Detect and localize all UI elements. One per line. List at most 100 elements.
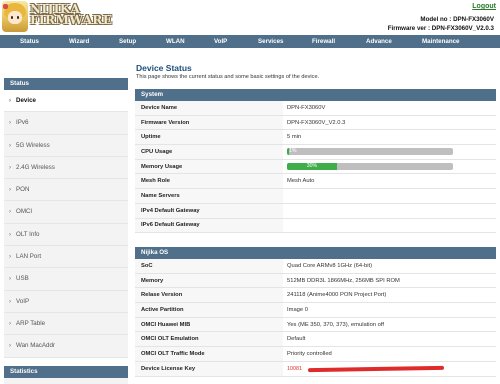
nav-status[interactable]: Status [20,35,39,48]
row-label: Name Servers [135,189,283,203]
row-value: 512MB DDR3L 1866MHz, 256MB SPI ROM [287,277,400,284]
chevron-right-icon: › [9,276,11,283]
sidebar-item-label: 5G Wireless [16,141,50,149]
page-title: Device Status [136,63,192,73]
chevron-right-icon: › [9,298,11,305]
row-label: Device Name [135,101,283,115]
nijika-os-panel-title: Nijika OS [135,247,496,259]
page-description: This page shows the current status and s… [136,74,320,80]
memory-usage-progress-bar: 30% [287,163,453,171]
nav-firewall[interactable]: Firewall [312,35,335,48]
chevron-right-icon: › [9,164,11,171]
row-label: Relase Version [135,288,283,303]
row-label: OMCI OLT Traffic Mode [135,347,283,361]
header: NIJIKA FIRMWARE Logout Model no : DPN-FX… [0,0,500,34]
logout-link[interactable]: Logout [472,3,496,10]
chevron-right-icon: › [9,142,11,149]
logo-line-2: FIRMWARE [30,13,113,27]
sidebar-statistics-body [4,377,128,384]
sidebar-item-voip[interactable]: › VoIP [4,291,128,313]
row-value: Yes (ME 350, 370, 373), emulation off [287,321,384,328]
sidebar-item-usb[interactable]: › USB [4,268,128,291]
row-uptime: Uptime 5 min [135,130,496,146]
chevron-right-icon: › [9,231,11,238]
sidebar-list: › Device › IPv6 › 5G Wireless › 2.4G Wireles… [4,90,128,358]
sidebar-item-label: LAN Port [16,253,42,261]
row-label: Active Partition [135,303,283,317]
sidebar-item-wan-macaddr[interactable]: › Wan MacAddr [4,335,128,358]
row-value: DPN-FX3060V [287,104,326,111]
sidebar-item-label: IPv6 [16,119,29,127]
chevron-right-icon: › [9,98,11,104]
row-value: Quad Core ARMv8 1GHz (64-bit) [287,262,373,269]
chevron-right-icon: › [9,254,11,261]
row-soc: SoC Quad Core ARMv8 1GHz (64-bit) [135,259,496,274]
sidebar-item-device[interactable]: › Device [4,90,128,113]
row-cpu-usage: CPU Usage 1% [135,145,496,160]
row-label: Uptime [135,130,283,145]
row-label: IPv4 Default Gateway [135,203,283,218]
sidebar: Status › Device › IPv6 › 5G Wireless › 2.4G … [4,78,128,384]
row-label: CPU Usage [135,145,283,159]
row-label: SoC [135,259,283,273]
row-omci-olt-emulation: OMCI OLT Emulation Default [135,332,496,348]
sidebar-item-lan-port[interactable]: › LAN Port [4,246,128,269]
row-device-license-key: Device License Key 10081 [135,361,496,377]
row-memory: Memory 512MB DDR3L 1866MHz, 256MB SPI RO… [135,273,496,289]
sidebar-item-5g-wireless[interactable]: › 5G Wireless [4,135,128,157]
nav-services[interactable]: Services [258,35,283,48]
nav-voip[interactable]: VoIP [214,35,227,48]
row-device-name: Device Name DPN-FX3060V [135,101,496,116]
sidebar-item-label: 2.4G Wireless [16,163,55,171]
row-release-version: Relase Version 241118 (Anime4000 PON Pro… [135,288,496,304]
sidebar-item-olt-info[interactable]: › OLT Info [4,224,128,247]
row-label: Memory [135,273,283,288]
row-label: Memory Usage [135,159,283,174]
row-value: 5 min [287,134,302,141]
row-ipv6-default-gateway: IPv6 Default Gateway [135,218,496,234]
row-firmware-version: Firmware Version DPN-FX3060V_V2.0.3 [135,115,496,131]
chevron-right-icon: › [9,120,11,127]
row-omci-huawei-mib: OMCI Huawei MIB Yes (ME 350, 370, 373), … [135,317,496,333]
row-label: IPv6 Default Gateway [135,218,283,233]
nav-wlan[interactable]: WLAN [166,35,185,48]
sidebar-item-label: PON [16,186,30,194]
license-key-value: 10081 [287,365,302,372]
nav-setup[interactable]: Setup [119,35,136,48]
sidebar-item-arp-table[interactable]: › ARP Table [4,313,128,336]
system-panel: System Device Name DPN-FX3060V Firmware … [135,89,496,234]
row-label: Mesh Role [135,174,283,189]
row-value [283,189,496,203]
sidebar-item-label: USB [16,275,29,283]
chevron-right-icon: › [9,320,11,327]
nav-maintenance[interactable]: Maintenance [422,35,459,48]
sidebar-item-label: Wan MacAddr [16,342,55,350]
nav-wizard[interactable]: Wizard [69,35,89,48]
firmware-version-header: Firmware ver : DPN-FX3060V_V2.0.3 [387,25,494,32]
nav-advance[interactable]: Advance [366,35,392,48]
row-ipv4-default-gateway: IPv4 Default Gateway [135,203,496,219]
row-value: DPN-FX3060V_V2.0.3 [287,119,346,126]
sidebar-item-label: OLT Info [16,230,40,238]
sidebar-header-statistics[interactable]: Statistics [4,365,128,378]
sidebar-item-ipv6[interactable]: › IPv6 [4,112,128,135]
chevron-right-icon: › [9,187,11,194]
row-value: Priority controlled [287,350,332,357]
sidebar-item-omci[interactable]: › OMCI [4,201,128,224]
sidebar-item-2-4g-wireless[interactable]: › 2.4G Wireless [4,157,128,180]
cpu-usage-progress-bar: 1% [287,148,453,156]
logo-text: NIJIKA FIRMWARE [30,3,113,27]
memory-usage-percent: 30% [306,163,318,170]
row-label: OMCI Huawei MIB [135,317,283,332]
row-name-servers: Name Servers [135,189,496,204]
sidebar-item-label: ARP Table [16,319,46,327]
row-omci-olt-traffic-mode: OMCI OLT Traffic Mode Priority controlle… [135,347,496,362]
row-value [283,204,496,218]
sidebar-item-label: OMCI [16,208,33,216]
row-memory-usage: Memory Usage 30% [135,159,496,175]
sidebar-item-pon[interactable]: › PON [4,179,128,202]
sidebar-item-label: VoIP [16,297,30,305]
logo-mascot-image [2,1,28,32]
chevron-right-icon: › [9,209,11,216]
top-nav: Status Wizard Setup WLAN VoIP Services F… [0,35,500,48]
